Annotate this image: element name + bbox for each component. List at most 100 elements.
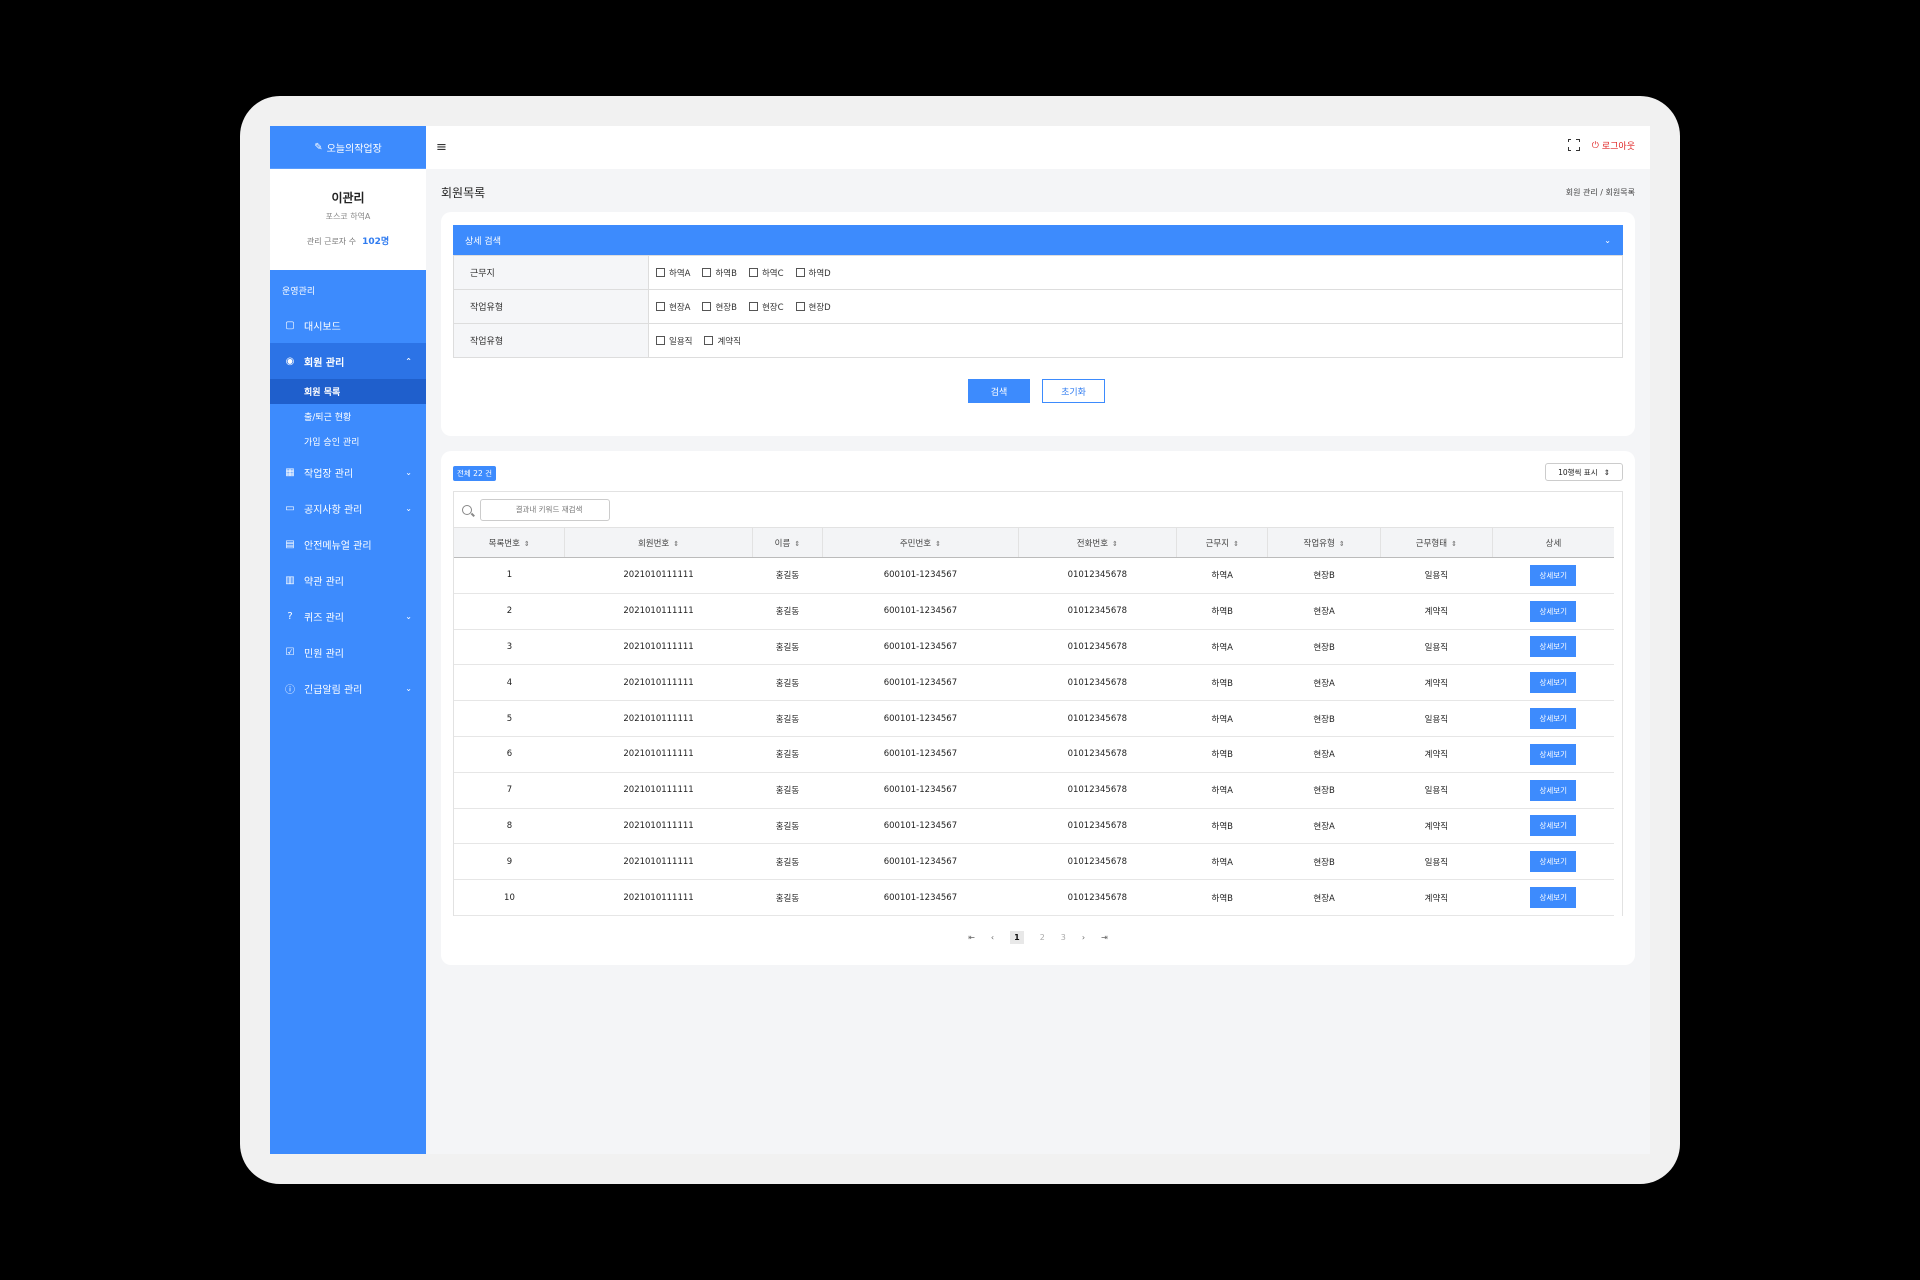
screen: ✎ 오늘의작업장 이관리 포스코 하역A 관리 근로자 수 102명 운영관리 ▢… (270, 126, 1650, 1154)
fullscreen-icon[interactable] (1567, 138, 1580, 151)
column-header[interactable]: 전화번호 ⇕ (1018, 527, 1178, 558)
app-logo-text: 오늘의작업장 (326, 143, 382, 155)
page-button[interactable]: 3 (1061, 933, 1066, 942)
table-row: 6 2021010111111 홍길동 600101-1234567 010123456… (454, 736, 1614, 773)
table-cell: 5 (454, 700, 565, 737)
first-page-icon[interactable]: ⇤ (968, 933, 975, 942)
sort-icon[interactable]: ⇕ (524, 540, 530, 548)
sidebar-item-dashboard[interactable]: ▢ 대시보드 (270, 307, 426, 343)
page-button[interactable]: 2 (1040, 933, 1045, 942)
table-cell: 9 (454, 843, 565, 881)
table-cell: 600101-1234567 (822, 808, 1019, 845)
sidebar-item-workplace[interactable]: ▦ 작업장 관리 ⌄ (270, 454, 426, 490)
sort-icon[interactable]: ⇕ (1233, 540, 1239, 548)
sort-icon[interactable]: ⇕ (1339, 540, 1345, 548)
table-cell: 계약직 (1380, 879, 1493, 916)
last-page-icon[interactable]: ⇥ (1101, 933, 1108, 942)
sort-icon[interactable]: ⇕ (673, 540, 679, 548)
detail-button[interactable]: 상세보기 (1530, 600, 1577, 622)
column-header[interactable]: 근무지 ⇕ (1176, 527, 1269, 558)
detail-button[interactable]: 상세보기 (1530, 708, 1577, 730)
search-button[interactable]: 검색 (968, 379, 1030, 403)
chevron-down-icon: ⌄ (405, 611, 412, 621)
chevron-down-icon: ⌄ (1604, 235, 1611, 245)
table-cell: 하역B (1176, 879, 1268, 916)
sort-icon[interactable]: ⇕ (794, 540, 800, 548)
filter-table: 근무지 하역A 하역B 하역C 하역D 작업유형 현장A 현장B 현장C 현장D… (453, 255, 1623, 358)
hamburger-menu-icon[interactable]: ≡ (436, 140, 447, 155)
worker-count-value: 102명 (362, 237, 390, 247)
checkbox-option[interactable]: 현장D (795, 301, 831, 313)
table-cell-action: 상세보기 (1492, 808, 1614, 845)
checkbox-option[interactable]: 하역D (795, 267, 831, 279)
filter-label: 근무지 (454, 256, 649, 289)
prev-page-icon[interactable]: ‹ (991, 933, 994, 942)
table-cell: 600101-1234567 (822, 664, 1019, 702)
column-header[interactable]: 작업유형 ⇕ (1267, 527, 1381, 558)
table-cell: 600101-1234567 (822, 879, 1019, 916)
column-header[interactable]: 근무형태 ⇕ (1380, 527, 1493, 558)
tablet-frame: ✎ 오늘의작업장 이관리 포스코 하역A 관리 근로자 수 102명 운영관리 ▢… (240, 96, 1680, 1184)
sidebar-subitem-member-list[interactable]: 회원 목록 (270, 379, 426, 404)
checkbox-option[interactable]: 하역C (748, 267, 784, 279)
total-count-badge: 전체 22 건 (453, 466, 497, 481)
sidebar-item-notice[interactable]: ▭ 공지사항 관리 ⌄ (270, 490, 426, 526)
next-page-icon[interactable]: › (1082, 933, 1085, 942)
detail-button[interactable]: 상세보기 (1530, 779, 1577, 801)
chevron-up-icon: ⌃ (405, 356, 412, 366)
column-header[interactable]: 이름 ⇕ (752, 527, 824, 558)
detail-button[interactable]: 상세보기 (1530, 887, 1577, 909)
sidebar: ✎ 오늘의작업장 이관리 포스코 하역A 관리 근로자 수 102명 운영관리 ▢… (270, 126, 426, 1154)
checkbox-option[interactable]: 하역B (702, 267, 737, 279)
table-cell: 현장B (1267, 843, 1381, 881)
table-cell: 현장B (1267, 629, 1381, 666)
sidebar-item-quiz[interactable]: ? 퀴즈 관리 ⌄ (270, 598, 426, 634)
sidebar-item-safety-manual[interactable]: ▤ 안전메뉴얼 관리 (270, 526, 426, 562)
detail-button[interactable]: 상세보기 (1530, 672, 1577, 694)
search-panel-header[interactable]: 상세 검색 ⌄ (453, 225, 1623, 255)
detail-button[interactable]: 상세보기 (1530, 815, 1577, 837)
sort-icon[interactable]: ⇕ (935, 540, 941, 548)
sidebar-item-complaint[interactable]: ☑ 민원 관리 (270, 634, 426, 670)
sort-icon[interactable]: ⇕ (1451, 540, 1457, 548)
app-logo[interactable]: ✎ 오늘의작업장 (270, 126, 426, 169)
detail-button[interactable]: 상세보기 (1530, 743, 1577, 765)
profile-name: 이관리 (331, 191, 365, 205)
column-header[interactable]: 주민번호 ⇕ (822, 527, 1019, 558)
table-cell: 600101-1234567 (822, 772, 1019, 809)
table-cell: 일용직 (1380, 843, 1493, 881)
table-cell: 일용직 (1380, 557, 1493, 594)
sidebar-item-members[interactable]: ◉ 회원 관리 ⌃ (270, 343, 426, 379)
table-cell-action: 상세보기 (1492, 593, 1614, 630)
keyword-search-input[interactable] (480, 498, 610, 521)
checkbox-option[interactable]: 계약직 (704, 335, 741, 347)
detail-button[interactable]: 상세보기 (1530, 564, 1577, 586)
column-header[interactable]: 목록번호 ⇕ (454, 527, 566, 558)
checkbox-option[interactable]: 현장B (702, 301, 737, 313)
checkbox-option[interactable]: 하역A (656, 267, 690, 279)
sidebar-subitem-approval[interactable]: 가입 승인 관리 (270, 429, 426, 454)
detail-button[interactable]: 상세보기 (1530, 636, 1577, 658)
rows-per-page-select[interactable]: 10행씩 표시 ⇕ (1545, 463, 1623, 481)
table-cell: 01012345678 (1018, 772, 1177, 809)
table-cell: 하역B (1176, 736, 1268, 773)
sidebar-item-terms[interactable]: ▥ 약관 관리 (270, 562, 426, 598)
table-cell: 홍길동 (752, 593, 823, 630)
reset-button[interactable]: 초기화 (1042, 379, 1105, 403)
sidebar-item-emergency[interactable]: ⓘ 긴급알림 관리 ⌄ (270, 670, 426, 706)
table-cell: 하역B (1176, 664, 1268, 702)
sort-icon[interactable]: ⇕ (1112, 540, 1118, 548)
checkbox-option[interactable]: 일용직 (656, 335, 692, 347)
page-button[interactable]: 1 (1010, 931, 1024, 944)
table-cell: 2021010111111 (564, 593, 753, 630)
checkbox-option[interactable]: 현장C (748, 301, 784, 313)
search-card: 상세 검색 ⌄ 근무지 하역A 하역B 하역C 하역D 작업유형 현장A 현장B… (441, 212, 1635, 436)
sidebar-subitem-attendance[interactable]: 출/퇴근 현황 (270, 404, 426, 429)
column-header[interactable]: 회원번호 ⇕ (564, 527, 753, 558)
detail-button[interactable]: 상세보기 (1530, 851, 1577, 873)
checkbox-option[interactable]: 현장A (656, 301, 690, 313)
updown-icon: ⇕ (1603, 467, 1610, 477)
table-cell: 홍길동 (752, 557, 823, 594)
rows-per-page-value: 10행씩 표시 (1558, 467, 1598, 477)
logout-button[interactable]: ⏻ 로그아웃 (1592, 139, 1635, 153)
